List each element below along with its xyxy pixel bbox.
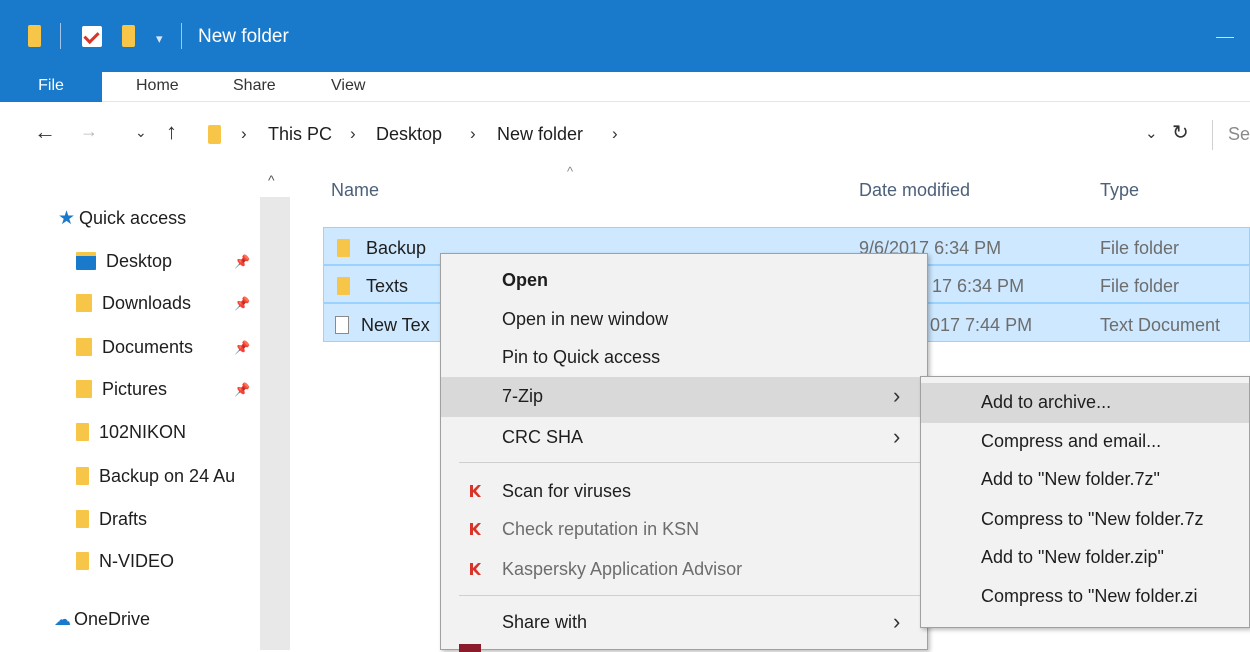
breadcrumb-desktop[interactable]: Desktop xyxy=(376,124,442,145)
folder-icon xyxy=(337,277,350,295)
folder-icon xyxy=(76,552,89,570)
sidebar-item-102nikon[interactable]: 102NIKON xyxy=(76,422,186,443)
submenu-item-add-to-7z[interactable]: Add to "New folder.7z" xyxy=(921,460,1249,500)
submenu-7zip: Add to archive... Compress and email... … xyxy=(920,376,1250,628)
sidebar-item-backup-on-24[interactable]: Backup on 24 Au xyxy=(76,466,256,487)
archive-icon xyxy=(459,644,481,652)
scroll-up-icon[interactable]: ^ xyxy=(268,172,275,188)
folder-icon xyxy=(208,125,221,144)
toolbar-separator xyxy=(181,23,182,49)
up-icon[interactable]: ↑ xyxy=(166,119,177,145)
menu-item-pin-quick-access[interactable]: Pin to Quick access xyxy=(441,338,927,378)
search-input[interactable]: Se xyxy=(1228,124,1250,145)
file-type: File folder xyxy=(1100,238,1180,258)
submenu-item-add-to-archive[interactable]: Add to archive... xyxy=(921,383,1249,423)
sort-ascending-icon: ^ xyxy=(567,164,574,179)
sidebar-item-n-video[interactable]: N-VIDEO xyxy=(76,551,174,572)
menu-separator xyxy=(459,595,927,596)
submenu-item-add-to-zip[interactable]: Add to "New folder.zip" xyxy=(921,538,1249,578)
pin-icon[interactable]: 📌 xyxy=(234,340,250,356)
file-name[interactable]: New Tex xyxy=(335,315,430,336)
menu-item-kaspersky-advisor[interactable]: Kaspersky Application Advisor xyxy=(441,550,927,590)
search-divider xyxy=(1212,120,1213,150)
sidebar-item-drafts[interactable]: Drafts xyxy=(76,509,147,530)
title-bar: ▾ New folder xyxy=(0,0,1250,72)
tab-home[interactable]: Home xyxy=(136,72,179,102)
context-menu: Open Open in new window Pin to Quick acc… xyxy=(440,253,928,652)
breadcrumb-separator[interactable]: › xyxy=(470,124,476,144)
file-date: 017 7:44 PM xyxy=(930,315,1033,335)
menu-item-scan-viruses[interactable]: Scan for viruses xyxy=(441,472,927,512)
breadcrumb-separator[interactable]: › xyxy=(612,124,618,144)
star-icon: ★ xyxy=(58,208,76,229)
submenu-arrow-icon: › xyxy=(893,383,901,408)
back-icon[interactable]: ← xyxy=(34,119,56,145)
ribbon-tabs: File Home Share View xyxy=(0,72,1250,102)
file-type: Text Document xyxy=(1100,315,1221,335)
toolbar-separator xyxy=(60,23,61,49)
sidebar-item-downloads[interactable]: Downloads xyxy=(76,293,191,314)
forward-icon[interactable]: → xyxy=(80,121,98,142)
sidebar-item-quick-access[interactable]: ★ Quick access xyxy=(58,207,186,230)
breadcrumb-this-pc[interactable]: This PC xyxy=(268,124,332,145)
folder-icon xyxy=(76,467,89,485)
recent-locations-icon[interactable]: ⌄ xyxy=(135,124,147,141)
pin-icon[interactable]: 📌 xyxy=(234,254,250,270)
submenu-arrow-icon: › xyxy=(893,424,901,449)
file-name[interactable]: Backup xyxy=(337,238,426,259)
breadcrumb-separator[interactable]: › xyxy=(350,124,356,144)
properties-icon[interactable] xyxy=(82,26,102,47)
menu-item-open[interactable]: Open xyxy=(441,261,927,301)
pictures-icon xyxy=(76,380,92,398)
cloud-icon: ☁ xyxy=(54,610,71,629)
text-file-icon xyxy=(335,316,349,334)
file-date: 17 6:34 PM xyxy=(932,276,1025,296)
folder-icon xyxy=(337,239,350,257)
sidebar-item-pictures[interactable]: Pictures xyxy=(76,379,167,400)
customize-toolbar-icon[interactable]: ▾ xyxy=(156,31,163,47)
kaspersky-icon xyxy=(470,485,481,497)
documents-icon xyxy=(76,338,92,356)
menu-item-share-with[interactable]: Share with › xyxy=(441,603,927,643)
new-folder-icon[interactable] xyxy=(122,25,135,47)
minimize-button[interactable] xyxy=(1216,37,1234,38)
window-title: New folder xyxy=(198,26,289,47)
breadcrumb-new-folder[interactable]: New folder xyxy=(497,124,583,145)
file-name[interactable]: Texts xyxy=(337,276,408,297)
column-header-name[interactable]: Name xyxy=(331,180,379,201)
pin-icon[interactable]: 📌 xyxy=(234,382,250,398)
submenu-item-compress-to-7z[interactable]: Compress to "New folder.7z xyxy=(921,500,1249,540)
refresh-icon[interactable]: ↻ xyxy=(1172,120,1189,145)
menu-item-7zip[interactable]: 7-Zip › xyxy=(441,377,927,417)
submenu-item-compress-to-zip[interactable]: Compress to "New folder.zi xyxy=(921,577,1249,617)
sidebar-item-onedrive[interactable]: ☁ OneDrive xyxy=(54,609,150,630)
submenu-item-compress-email[interactable]: Compress and email... xyxy=(921,422,1249,462)
kaspersky-icon xyxy=(470,523,481,535)
tab-share[interactable]: Share xyxy=(233,72,276,102)
tab-view[interactable]: View xyxy=(331,72,365,102)
pin-icon[interactable]: 📌 xyxy=(234,296,250,312)
menu-item-crc-sha[interactable]: CRC SHA › xyxy=(441,418,927,458)
sidebar-item-desktop[interactable]: Desktop xyxy=(76,251,172,272)
column-header-type[interactable]: Type xyxy=(1100,180,1139,201)
folder-icon xyxy=(76,423,89,441)
sidebar-item-documents[interactable]: Documents xyxy=(76,337,193,358)
desktop-icon xyxy=(76,252,96,270)
breadcrumb-separator[interactable]: › xyxy=(241,124,247,144)
submenu-arrow-icon: › xyxy=(893,609,901,634)
address-bar: ← → ⌄ ↑ › This PC › Desktop › New folder… xyxy=(0,102,1250,172)
column-header-date-modified[interactable]: Date modified xyxy=(859,180,970,201)
file-type: File folder xyxy=(1100,276,1180,296)
scrollbar[interactable] xyxy=(260,197,290,650)
menu-separator xyxy=(459,462,927,463)
downloads-icon xyxy=(76,294,92,312)
address-dropdown-icon[interactable]: ⌄ xyxy=(1145,124,1158,142)
folder-icon xyxy=(76,510,89,528)
kaspersky-icon xyxy=(470,563,481,575)
tab-file[interactable]: File xyxy=(0,72,102,102)
folder-icon[interactable] xyxy=(28,25,41,47)
menu-item-open-new-window[interactable]: Open in new window xyxy=(441,300,927,340)
menu-item-check-reputation[interactable]: Check reputation in KSN xyxy=(441,510,927,550)
